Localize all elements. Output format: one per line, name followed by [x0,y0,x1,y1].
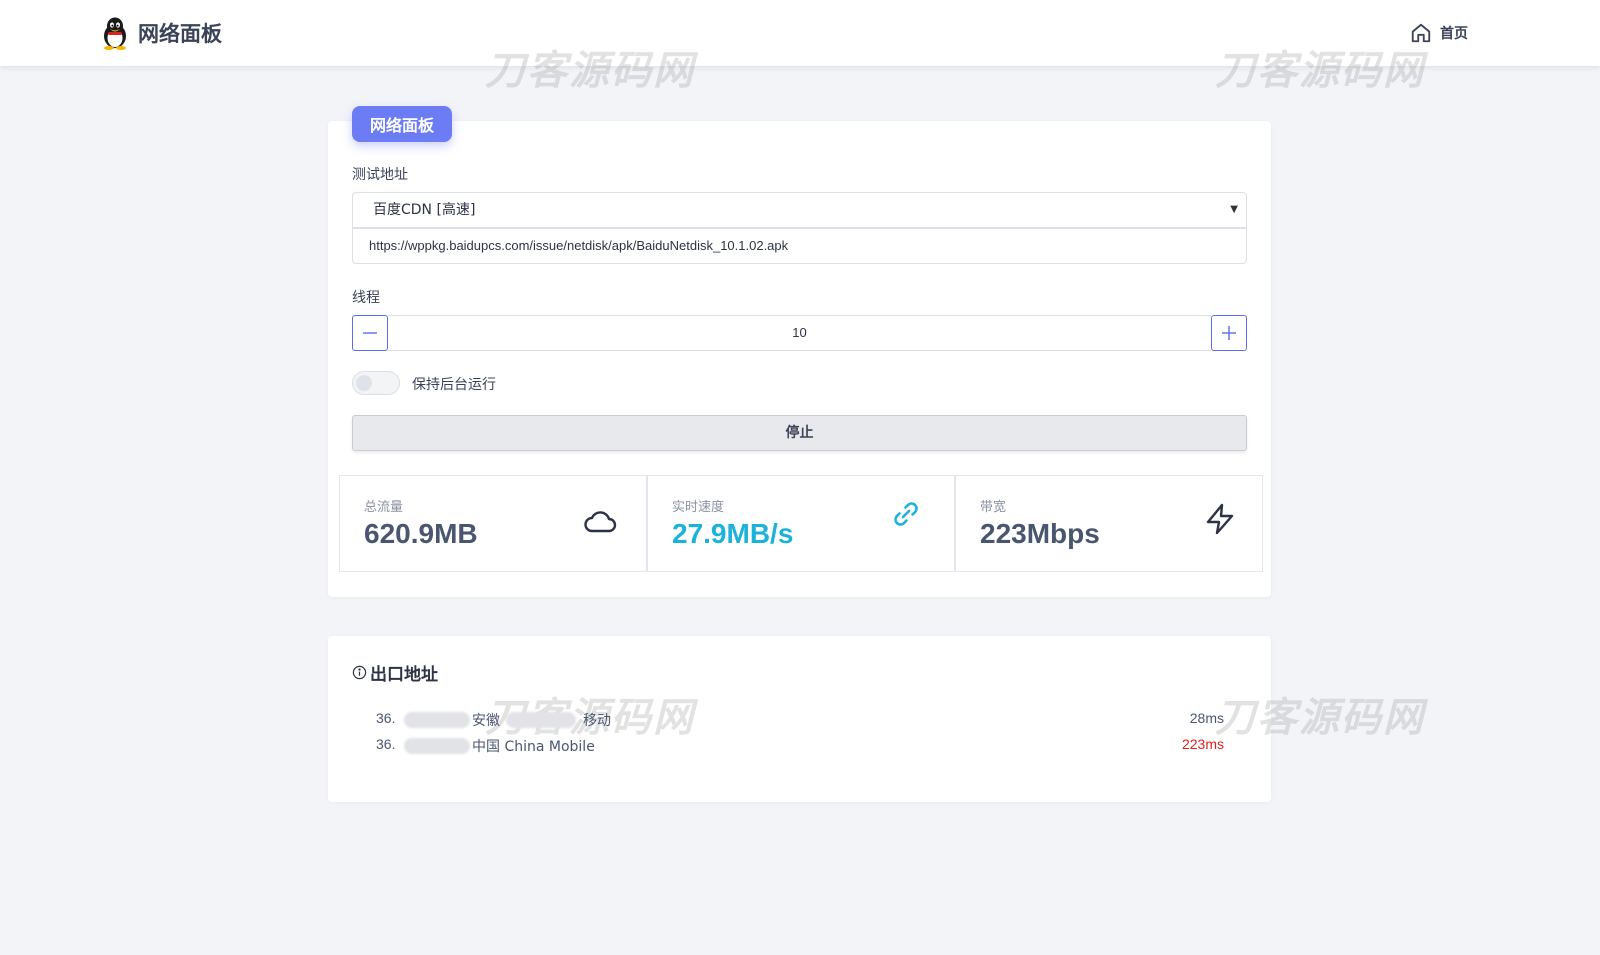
exit-ip: 36. [376,736,396,752]
exit-latency: 223ms [1181,736,1224,752]
info-icon [352,665,367,680]
plus-icon [1222,326,1236,340]
threads-label: 线程 [352,290,380,306]
exit-title-label: 出口地址 [370,665,438,685]
lightning-icon [1206,503,1234,535]
panel-badge: 网络面板 [352,106,452,142]
top-bar: 网络面板 首页 [0,0,1600,66]
decrement-button[interactable] [352,315,388,351]
exit-carrier: 移动 [583,713,611,729]
link-icon [894,502,918,526]
stat-bandwidth: 带宽 223Mbps [955,475,1263,572]
toggle-knob [356,375,372,391]
brand[interactable]: 网络面板 [100,16,222,50]
stat-label: 总流量 [364,500,404,515]
home-icon [1411,23,1431,43]
app-title: 网络面板 [138,22,222,46]
exit-latency: 28ms [1189,710,1224,726]
threads-input[interactable]: 10 [388,315,1211,351]
exit-location: 中国 China Mobile [472,739,595,755]
stat-label: 带宽 [980,500,1007,515]
exit-row: 36. 中国 China Mobile 223ms [376,736,1224,756]
redacted-ip [404,738,470,754]
background-toggle-label: 保持后台运行 [412,377,496,393]
qq-penguin-icon [104,17,126,50]
cloud-icon [584,511,617,533]
stat-value: 620.9MB [364,518,478,549]
stat-total-traffic: 总流量 620.9MB [339,475,647,572]
increment-button[interactable] [1211,315,1247,351]
exit-ip: 36. [376,710,396,726]
caret-down-icon: ▼ [1230,204,1238,215]
test-url-label: 测试地址 [352,167,408,183]
stat-label: 实时速度 [672,500,725,515]
home-link[interactable]: 首页 [1410,22,1468,44]
stat-value: 27.9MB/s [672,518,794,549]
url-input[interactable]: https://wppkg.baidupcs.com/issue/netdisk… [352,228,1247,264]
source-select[interactable]: 百度CDN [高速] ▼ [352,192,1247,228]
selected-source: 百度CDN [高速] [373,202,476,218]
exit-location: 安徽 [472,713,500,729]
stat-value: 223Mbps [980,518,1100,549]
minus-icon [363,332,377,334]
exit-title: 出口地址 [352,660,438,685]
stop-button[interactable]: 停止 [352,415,1247,451]
exit-row: 36. 安徽 移动 28ms [376,710,1224,730]
redacted-location [506,712,576,728]
background-toggle[interactable] [352,371,400,395]
home-label: 首页 [1440,26,1468,42]
stat-realtime-speed: 实时速度 27.9MB/s [647,475,955,572]
redacted-ip [404,712,470,728]
